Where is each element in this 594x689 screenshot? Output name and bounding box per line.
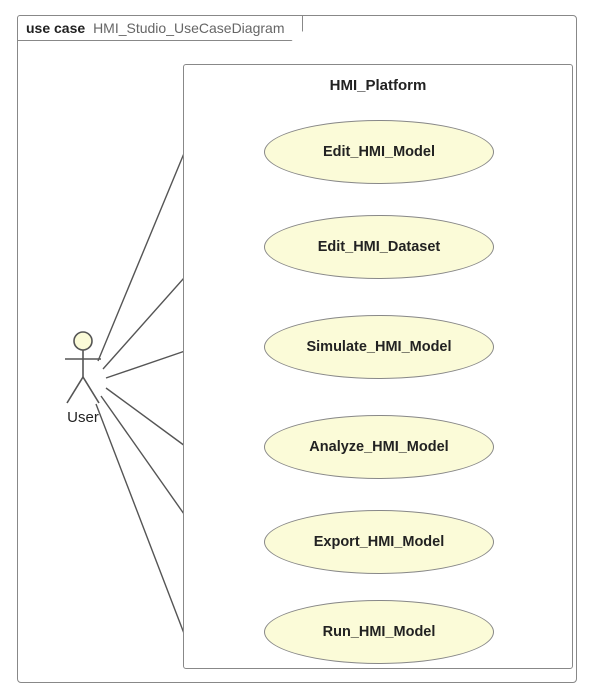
assoc-simulate [106,351,185,378]
usecase-label: Edit_HMI_Dataset [318,239,440,255]
assoc-run [96,404,185,636]
diagram-frame: use case HMI_Studio_UseCaseDiagram User … [17,15,577,683]
system-boundary: HMI_Platform Edit_HMI_Model Edit_HMI_Dat… [183,64,573,669]
usecase-export: Export_HMI_Model [264,510,494,574]
frame-name: HMI_Studio_UseCaseDiagram [93,20,284,36]
usecase-label: Analyze_HMI_Model [309,439,448,455]
usecase-simulate: Simulate_HMI_Model [264,315,494,379]
usecase-analyze: Analyze_HMI_Model [264,415,494,479]
frame-keyword: use case [26,20,85,36]
usecase-label: Run_HMI_Model [323,624,436,640]
usecase-label: Simulate_HMI_Model [306,339,451,355]
usecase-label: Export_HMI_Model [314,534,445,550]
system-name: HMI_Platform [184,77,572,94]
usecase-label: Edit_HMI_Model [323,144,435,160]
assoc-analyze [106,388,185,446]
actor-icon [62,331,104,405]
usecase-run: Run_HMI_Model [264,600,494,664]
actor-label: User [53,409,113,426]
usecase-edit-dataset: Edit_HMI_Dataset [264,215,494,279]
assoc-edit-model [98,151,185,361]
usecase-edit-model: Edit_HMI_Model [264,120,494,184]
actor-user: User [53,331,113,426]
frame-title-tab: use case HMI_Studio_UseCaseDiagram [17,15,303,41]
